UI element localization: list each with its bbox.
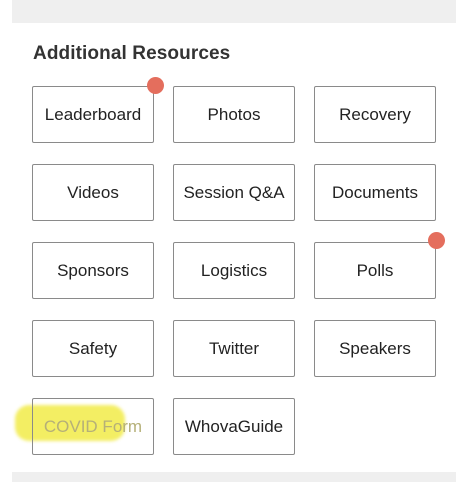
covid-form-button[interactable]: COVID Form xyxy=(32,398,154,455)
tile-label: Leaderboard xyxy=(44,104,142,124)
documents-button[interactable]: Documents xyxy=(314,164,436,221)
tile-label: Recovery xyxy=(339,104,411,124)
tile-label: Safety xyxy=(68,338,118,358)
tile-label: Polls xyxy=(356,260,394,280)
safety-button[interactable]: Safety xyxy=(32,320,154,377)
tile-label: Session Q&A xyxy=(183,182,285,202)
section-title: Additional Resources xyxy=(33,43,231,64)
tile-label: COVID Form xyxy=(43,416,143,436)
tile-label: WhovaGuide xyxy=(184,416,284,436)
session-qa-button[interactable]: Session Q&A xyxy=(173,164,295,221)
notification-dot-icon xyxy=(428,232,445,249)
logistics-button[interactable]: Logistics xyxy=(173,242,295,299)
recovery-button[interactable]: Recovery xyxy=(314,86,436,143)
sponsors-button[interactable]: Sponsors xyxy=(32,242,154,299)
tile-label: Speakers xyxy=(339,338,411,358)
speakers-button[interactable]: Speakers xyxy=(314,320,436,377)
tile-label: Photos xyxy=(207,104,261,124)
additional-resources-panel: Additional Resources Leaderboard Photos … xyxy=(0,0,456,482)
bottom-divider-band xyxy=(12,472,456,482)
photos-button[interactable]: Photos xyxy=(173,86,295,143)
tile-label: Logistics xyxy=(200,260,268,280)
leaderboard-button[interactable]: Leaderboard xyxy=(32,86,154,143)
top-divider-band xyxy=(12,0,456,23)
tile-label: Twitter xyxy=(208,338,260,358)
tile-label: Sponsors xyxy=(57,260,129,280)
tile-label: Videos xyxy=(67,182,119,202)
polls-button[interactable]: Polls xyxy=(314,242,436,299)
videos-button[interactable]: Videos xyxy=(32,164,154,221)
whova-guide-button[interactable]: WhovaGuide xyxy=(173,398,295,455)
tile-label: Documents xyxy=(332,182,418,202)
twitter-button[interactable]: Twitter xyxy=(173,320,295,377)
notification-dot-icon xyxy=(147,77,164,94)
